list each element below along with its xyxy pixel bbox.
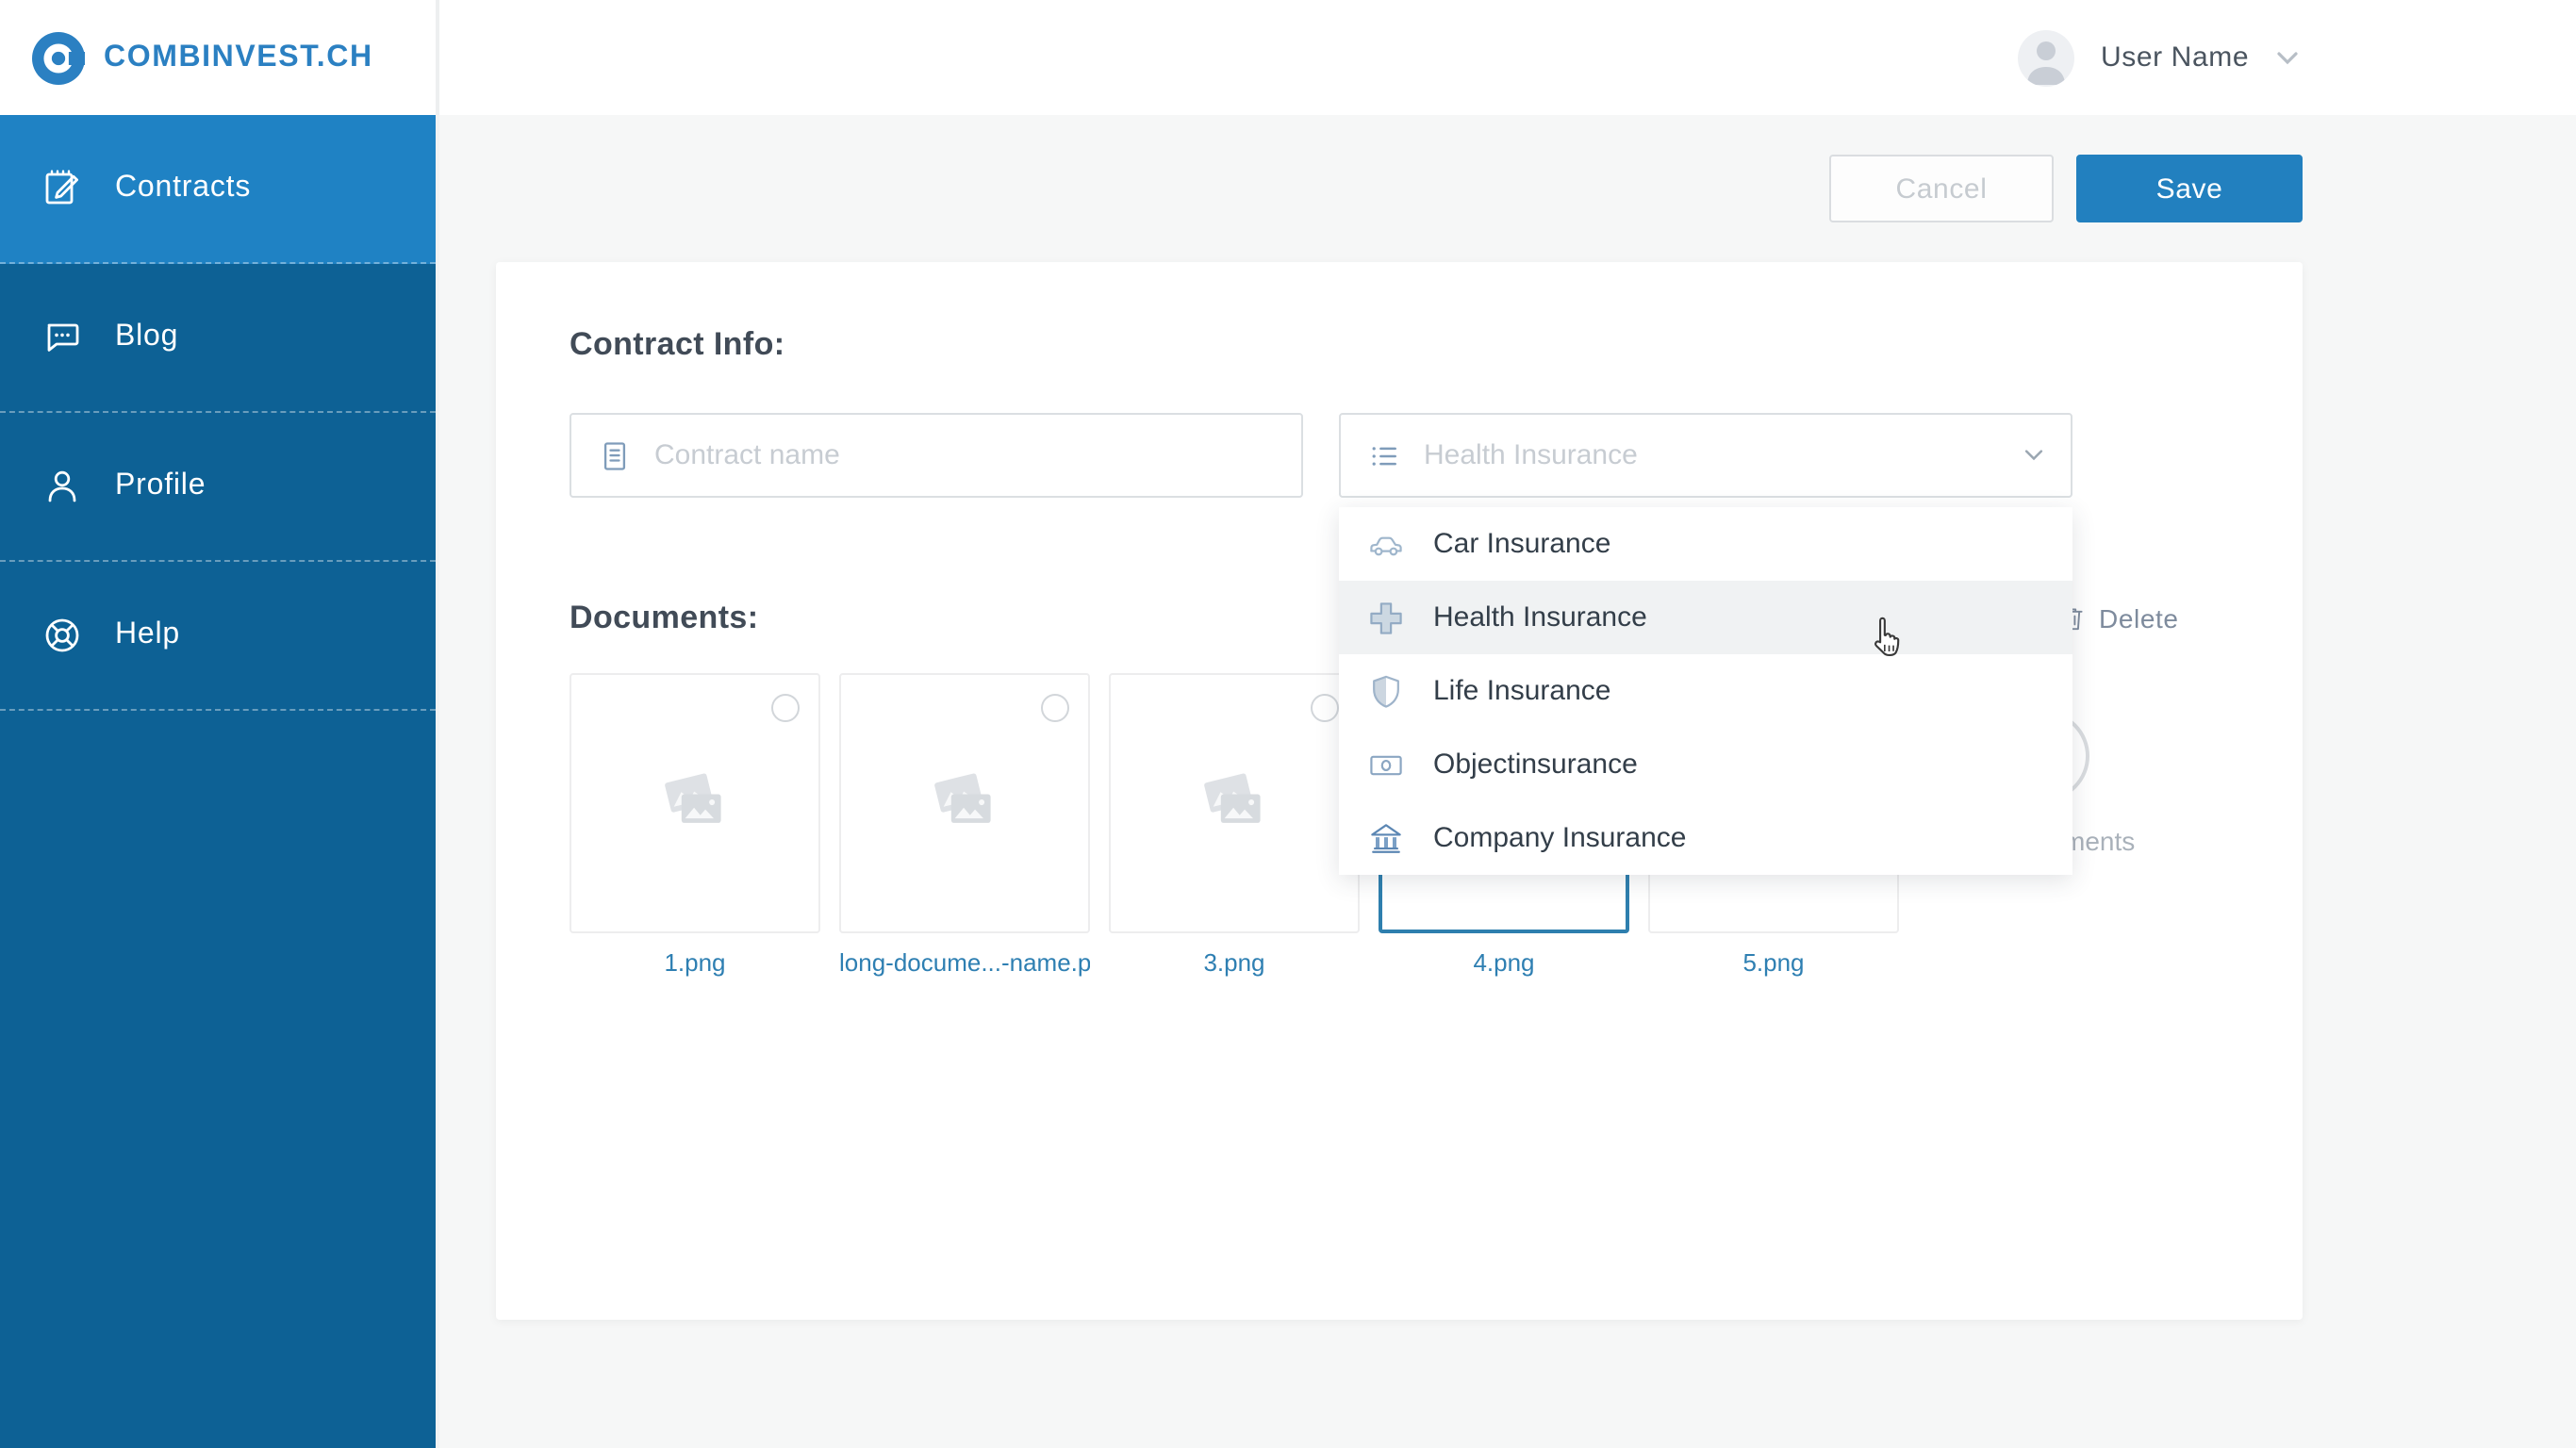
brand-logo[interactable]: COMBINVEST.CH [0, 0, 439, 115]
contract-type-select[interactable]: Health Insurance [1339, 413, 2072, 498]
option-car-insurance[interactable]: Car Insurance [1339, 507, 2072, 581]
delete-documents-button[interactable]: Delete [2057, 603, 2179, 634]
help-icon [40, 613, 85, 658]
option-label: Life Insurance [1433, 675, 1611, 707]
option-objectinsurance[interactable]: Objectinsurance [1339, 728, 2072, 801]
car-icon [1365, 523, 1407, 565]
option-label: Company Insurance [1433, 822, 1687, 854]
brand-name: COMBINVEST.CH [104, 41, 373, 73]
user-avatar [2018, 29, 2074, 86]
combinvest-logo-icon [32, 31, 85, 84]
sidebar-nav: Contracts Blog Profile Help [0, 115, 439, 1448]
file-name[interactable]: 4.png [1379, 948, 1629, 977]
file-name[interactable]: 1.png [570, 948, 820, 977]
option-health-insurance[interactable]: Health Insurance [1339, 581, 2072, 654]
blog-icon [40, 315, 85, 360]
sidebar-item-label: Contracts [115, 172, 252, 204]
document-icon [598, 438, 632, 472]
delete-label: Delete [2099, 603, 2179, 634]
banknote-icon [1365, 744, 1407, 785]
contract-info-heading: Contract Info: [570, 326, 785, 362]
chevron-down-icon [2275, 50, 2298, 65]
image-placeholder-icon [933, 773, 990, 823]
cancel-button[interactable]: Cancel [1829, 155, 2054, 222]
documents-heading: Documents: [570, 600, 759, 635]
contracts-icon [40, 166, 85, 211]
file-thumbnail [570, 673, 820, 933]
option-label: Health Insurance [1433, 601, 1647, 634]
shield-icon [1365, 670, 1407, 712]
image-placeholder-icon [664, 773, 720, 823]
contract-type-value: Health Insurance [1424, 439, 1638, 471]
sidebar-item-profile[interactable]: Profile [0, 413, 436, 562]
app-root: COMBINVEST.CH User Name Contracts Blog P… [0, 0, 2576, 1448]
sidebar-item-contracts[interactable]: Contracts [0, 115, 436, 264]
file-name[interactable]: 3.png [1109, 948, 1360, 977]
file-name[interactable]: long-docume...-name.png [839, 948, 1090, 977]
option-life-insurance[interactable]: Life Insurance [1339, 654, 2072, 728]
sidebar-item-blog[interactable]: Blog [0, 264, 436, 413]
sidebar-item-label: Profile [115, 469, 206, 502]
contract-name-input[interactable] [654, 439, 1275, 471]
list-icon [1367, 438, 1401, 472]
option-company-insurance[interactable]: Company Insurance [1339, 801, 2072, 875]
sidebar-item-label: Blog [115, 321, 179, 353]
sidebar-item-label: Help [115, 618, 181, 650]
file-thumbnail [839, 673, 1090, 933]
sidebar-item-help[interactable]: Help [0, 562, 436, 711]
contract-name-field[interactable] [570, 413, 1303, 498]
chevron-down-icon [2023, 449, 2044, 462]
file-card-3[interactable]: 3.png [1109, 673, 1360, 977]
top-bar: COMBINVEST.CH User Name [0, 0, 2576, 115]
file-radio[interactable] [771, 694, 800, 722]
bank-icon [1365, 817, 1407, 859]
user-menu[interactable]: User Name [2018, 0, 2298, 115]
option-label: Car Insurance [1433, 528, 1611, 560]
file-name[interactable]: 5.png [1648, 948, 1899, 977]
file-thumbnail [1109, 673, 1360, 933]
health-cross-icon [1365, 597, 1407, 638]
file-radio[interactable] [1041, 694, 1069, 722]
file-card-1[interactable]: 1.png [570, 673, 820, 977]
user-name-label: User Name [2101, 41, 2250, 74]
image-placeholder-icon [1203, 773, 1260, 823]
file-card-2[interactable]: long-docume...-name.png [839, 673, 1090, 977]
save-button[interactable]: Save [2076, 155, 2303, 222]
file-radio[interactable] [1311, 694, 1339, 722]
insurance-type-dropdown: Car Insurance Health Insurance Life Insu… [1339, 507, 2072, 875]
profile-icon [40, 464, 85, 509]
option-label: Objectinsurance [1433, 749, 1638, 781]
